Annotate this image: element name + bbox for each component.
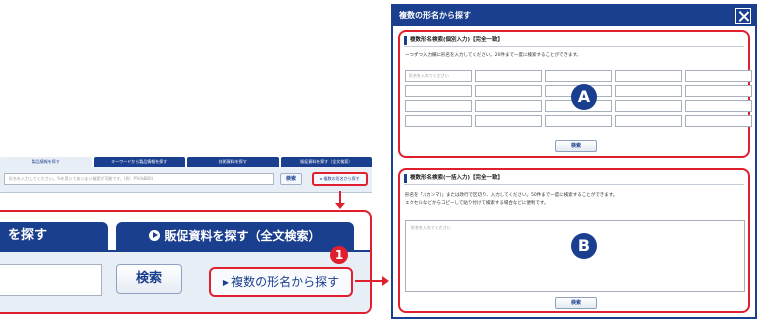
section-b-description-line1: 形名を「,(カンマ)」または改行で区切り、入力してください。50件まで一度に検索… bbox=[405, 193, 618, 198]
model-input-field[interactable] bbox=[685, 85, 752, 97]
zoom-multi-model-label: 複数の形名から探す bbox=[231, 275, 340, 289]
zoom-search-body: 検索 ▶ 複数の形名から探す bbox=[0, 250, 370, 312]
model-input-field[interactable] bbox=[475, 70, 542, 82]
section-b-description-line2: エクセルなどからコピーして貼り付けて検索する場合などに便利です。 bbox=[405, 201, 549, 206]
dialog-title: 複数の形名から探す bbox=[399, 11, 471, 20]
zoom-tab-bar: を探す 販促資料を探す（全文検索） bbox=[0, 216, 370, 250]
strip-tab-technical[interactable]: 技術資料を探す bbox=[187, 157, 279, 167]
model-input-field[interactable] bbox=[615, 85, 682, 97]
pointer-triangle-icon: ▶ bbox=[222, 278, 230, 287]
zoom-tab-technical[interactable]: を探す bbox=[0, 222, 108, 250]
model-input-field[interactable] bbox=[475, 100, 542, 112]
model-input-field[interactable] bbox=[615, 115, 682, 127]
close-icon[interactable] bbox=[735, 8, 751, 24]
model-input-field[interactable] bbox=[545, 70, 612, 82]
strip-tab-keyword[interactable]: キーワードから製品情報を探す bbox=[93, 157, 185, 167]
strip-tab-promo[interactable]: 販促資料を探す（全文検索） bbox=[280, 157, 372, 167]
section-b-title: 複数形名検索(一括入力)【完全一致】 bbox=[404, 173, 744, 185]
model-input-field[interactable] bbox=[685, 70, 752, 82]
search-overview-strip: 製品情報を探す キーワードから製品情報を探す 技術資料を探す 販促資料を探す（全… bbox=[0, 157, 372, 193]
bulk-search-button[interactable]: 検索 bbox=[555, 297, 597, 309]
zoom-search-input[interactable] bbox=[0, 264, 102, 296]
model-input-field[interactable] bbox=[475, 115, 542, 127]
model-input-field[interactable] bbox=[475, 85, 542, 97]
callout-badge-b: B bbox=[571, 233, 597, 259]
zoom-search-button[interactable]: 検索 bbox=[116, 264, 182, 294]
model-input-field[interactable] bbox=[685, 100, 752, 112]
down-arrow-icon bbox=[335, 191, 345, 209]
dialog-header: 複数の形名から探す bbox=[393, 6, 755, 26]
zoomed-search-panel: を探す 販促資料を探す（全文検索） 検索 ▶ 複数の形名から探す bbox=[0, 210, 372, 314]
strip-tab-product[interactable]: 製品情報を探す bbox=[0, 157, 92, 167]
multi-model-search-dialog: 複数の形名から探す 複数形名検索(個別入力)【完全一致】 一つずつ入力欄に形名を… bbox=[391, 4, 757, 319]
zoom-tab-promo-label: 販促資料を探す（全文検索） bbox=[164, 229, 321, 243]
individual-input-section: 複数形名検索(個別入力)【完全一致】 一つずつ入力欄に形名を入力してください。2… bbox=[398, 30, 752, 158]
strip-search-panel: 形名を入力してください。%を用いてあいまい検索が可能です。(例：P%%BB0) … bbox=[0, 167, 372, 193]
model-input-field[interactable]: 形名を入れてください bbox=[405, 70, 472, 82]
callout-badge-1: 1 bbox=[330, 246, 348, 264]
model-input-field[interactable] bbox=[405, 115, 472, 127]
right-arrow-icon bbox=[355, 276, 389, 286]
callout-badge-a: A bbox=[571, 84, 597, 110]
model-input-field[interactable] bbox=[545, 115, 612, 127]
bulk-input-section: 複数形名検索(一括入力)【完全一致】 形名を「,(カンマ)」または改行で区切り、… bbox=[398, 168, 750, 313]
screenshot-stage: 製品情報を探す キーワードから製品情報を探す 技術資料を探す 販促資料を探す（全… bbox=[0, 0, 760, 320]
model-input-field[interactable] bbox=[615, 70, 682, 82]
strip-search-input[interactable]: 形名を入力してください。%を用いてあいまい検索が可能です。(例：P%%BB0) bbox=[4, 173, 274, 185]
section-a-title: 複数形名検索(個別入力)【完全一致】 bbox=[404, 35, 744, 47]
individual-search-button[interactable]: 検索 bbox=[555, 140, 597, 152]
play-circle-icon bbox=[149, 230, 161, 241]
strip-tab-bar: 製品情報を探す キーワードから製品情報を探す 技術資料を探す 販促資料を探す（全… bbox=[0, 157, 372, 167]
section-a-description: 一つずつ入力欄に形名を入力してください。20件まで一度に検索することができます。 bbox=[405, 53, 582, 58]
model-input-field[interactable] bbox=[405, 85, 472, 97]
model-input-field[interactable] bbox=[685, 115, 752, 127]
strip-search-button[interactable]: 検索 bbox=[280, 173, 302, 185]
zoom-tab-promo[interactable]: 販促資料を探す（全文検索） bbox=[116, 222, 354, 250]
zoom-multi-model-button[interactable]: ▶ 複数の形名から探す bbox=[209, 267, 353, 297]
strip-multi-model-button[interactable]: ▸ 複数の形名から探す bbox=[312, 172, 368, 186]
model-input-field[interactable] bbox=[405, 100, 472, 112]
model-input-field[interactable] bbox=[615, 100, 682, 112]
